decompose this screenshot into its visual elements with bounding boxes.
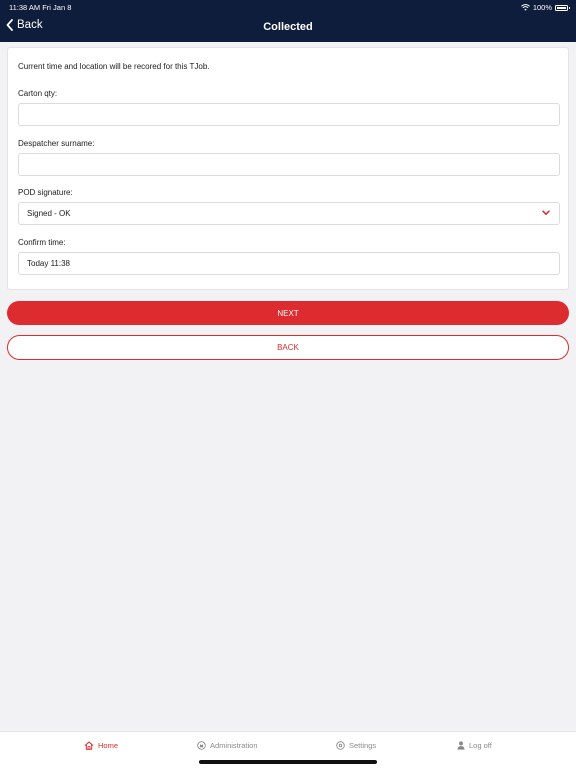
tab-settings-label: Settings: [349, 741, 377, 750]
status-time: 11:38 AM Fri Jan 8: [9, 3, 72, 12]
next-button[interactable]: NEXT: [7, 301, 569, 325]
carton-qty-label: Carton qty:: [18, 89, 58, 98]
wifi-icon: [520, 4, 530, 11]
pod-signature-value: Signed - OK: [27, 209, 71, 218]
tab-home[interactable]: Home: [84, 741, 118, 750]
tab-settings[interactable]: Settings: [336, 741, 376, 750]
form-intro-text: Current time and location will be recore…: [18, 62, 210, 71]
despatcher-surname-input[interactable]: [18, 153, 560, 176]
carton-qty-input[interactable]: [18, 103, 560, 126]
tab-administration[interactable]: Administration: [197, 741, 258, 750]
pod-signature-label: POD signature:: [18, 188, 73, 197]
status-indicators: 100%: [520, 3, 570, 12]
collection-form-card: Current time and location will be recore…: [7, 47, 569, 290]
home-icon: [84, 741, 94, 750]
home-indicator: [199, 760, 377, 764]
confirm-time-label: Confirm time:: [18, 238, 66, 247]
despatcher-surname-label: Despatcher surname:: [18, 139, 95, 148]
battery-icon: [555, 4, 570, 11]
chevron-down-icon: [542, 210, 550, 215]
settings-icon: [336, 741, 345, 750]
user-icon: [457, 741, 465, 750]
battery-percentage: 100%: [532, 3, 552, 12]
tab-log-off[interactable]: Log off: [457, 741, 492, 750]
top-navigation-bar: 11:38 AM Fri Jan 8 100% Back Collected: [0, 0, 576, 42]
tab-administration-label: Administration: [210, 741, 258, 750]
pod-signature-select[interactable]: Signed - OK: [18, 202, 560, 225]
confirm-time-input[interactable]: Today 11:38: [18, 252, 560, 275]
tab-log-off-label: Log off: [469, 741, 492, 750]
admin-icon: [197, 741, 206, 750]
back-button[interactable]: BACK: [7, 335, 569, 360]
tab-home-label: Home: [98, 741, 119, 750]
page-title: Collected: [263, 21, 313, 33]
